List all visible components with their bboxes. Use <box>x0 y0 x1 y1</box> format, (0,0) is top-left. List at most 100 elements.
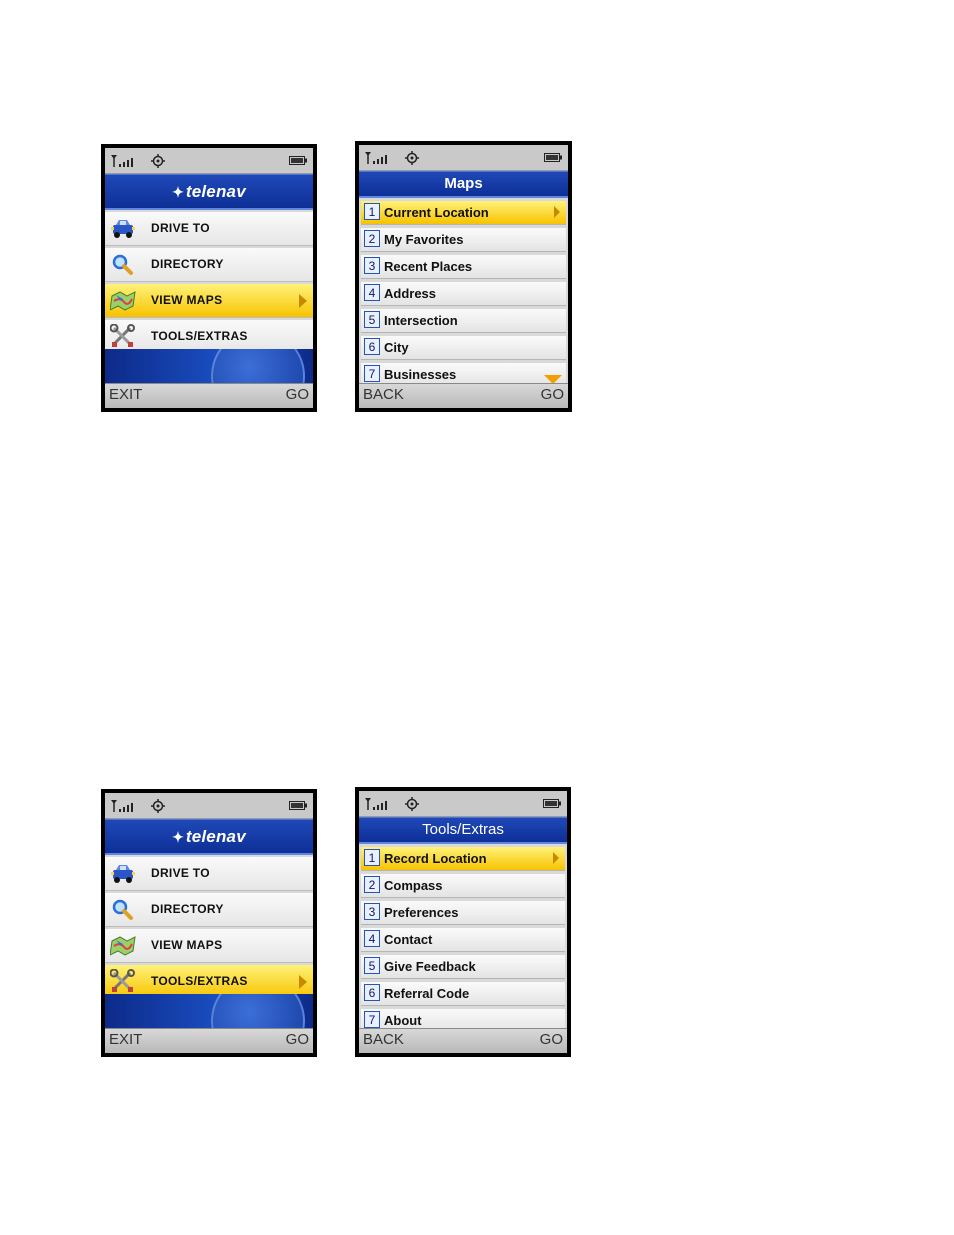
list-item-give-feedback[interactable]: 5 Give Feedback <box>361 955 565 979</box>
signal-icon <box>110 155 134 167</box>
gps-icon <box>151 154 165 168</box>
softkey-bar: EXIT GO <box>105 1028 313 1053</box>
item-label: Compass <box>384 878 443 893</box>
softkey-bar: BACK GO <box>359 383 568 408</box>
item-number: 4 <box>364 284 380 301</box>
item-number: 1 <box>364 849 380 866</box>
list-item-compass[interactable]: 2 Compass <box>361 874 565 898</box>
item-number: 6 <box>364 338 380 355</box>
menu-item-label: VIEW MAPS <box>151 293 223 307</box>
list-item-contact[interactable]: 4 Contact <box>361 928 565 952</box>
status-bar <box>359 791 567 817</box>
list-item-address[interactable]: 4 Address <box>361 282 566 306</box>
map-icon <box>110 291 136 311</box>
list-item-my-favorites[interactable]: 2 My Favorites <box>361 228 566 252</box>
back-softkey[interactable]: BACK <box>363 1031 404 1048</box>
status-bar <box>105 793 313 819</box>
list-item-record-location[interactable]: 1 Record Location <box>361 847 565 871</box>
menu-item-drive-to[interactable]: DRIVE TO <box>105 212 313 246</box>
menu-item-directory[interactable]: DIRECTORY <box>105 893 313 927</box>
logo-bar: ✦ telenav <box>105 174 313 210</box>
item-label: Preferences <box>384 905 459 920</box>
phone-tools-menu: Tools/Extras 1 Record Location 2 Compass… <box>355 787 571 1057</box>
list-item-preferences[interactable]: 3 Preferences <box>361 901 565 925</box>
gps-icon <box>151 799 165 813</box>
list-item-intersection[interactable]: 5 Intersection <box>361 309 566 333</box>
menu-item-directory[interactable]: DIRECTORY <box>105 248 313 282</box>
softkey-bar: BACK GO <box>359 1028 567 1053</box>
item-number: 3 <box>364 903 380 920</box>
item-label: Give Feedback <box>384 959 476 974</box>
screen: Tools/Extras 1 Record Location 2 Compass… <box>359 791 567 1053</box>
screen: Maps 1 Current Location 2 My Favorites 3… <box>359 145 568 408</box>
status-bar <box>105 148 313 174</box>
menu-item-drive-to[interactable]: DRIVE TO <box>105 857 313 891</box>
globe-banner <box>105 994 313 1031</box>
car-icon <box>111 220 135 238</box>
magnifier-icon <box>112 899 133 920</box>
go-softkey[interactable]: GO <box>286 386 309 403</box>
list-item-referral-code[interactable]: 6 Referral Code <box>361 982 565 1006</box>
signal-icon <box>364 152 388 164</box>
item-number: 6 <box>364 984 380 1001</box>
menu-item-label: DRIVE TO <box>151 866 210 880</box>
maps-list: 1 Current Location 2 My Favorites 3 Rece… <box>359 201 568 387</box>
item-number: 7 <box>364 365 380 382</box>
globe-banner <box>105 349 313 386</box>
phone-main-menu-2: ✦ telenav DRIVE TO DIRECTORY VIEW MAPS TO… <box>101 789 317 1057</box>
menu-item-view-maps[interactable]: VIEW MAPS <box>105 929 313 963</box>
status-bar <box>359 145 568 171</box>
menu-item-view-maps[interactable]: VIEW MAPS <box>105 284 313 318</box>
menu-item-label: DRIVE TO <box>151 221 210 235</box>
go-softkey[interactable]: GO <box>540 1031 563 1048</box>
list-item-current-location[interactable]: 1 Current Location <box>361 201 566 225</box>
item-label: Contact <box>384 932 433 947</box>
menu-item-label: VIEW MAPS <box>151 938 223 952</box>
go-softkey[interactable]: GO <box>286 1031 309 1048</box>
telenav-logo-icon: ✦ <box>172 829 184 845</box>
screen: ✦ telenav DRIVE TO DIRECTORY VIEW MAPS TO… <box>105 793 313 1053</box>
item-label: Address <box>384 286 437 301</box>
menu-item-label: DIRECTORY <box>151 257 224 271</box>
menu-item-label: DIRECTORY <box>151 902 224 916</box>
tools-list: 1 Record Location 2 Compass 3 Preference… <box>359 847 567 1033</box>
screen: ✦ telenav DRIVE TO DIRECTORY VIEW MAPS TO… <box>105 148 313 408</box>
item-number: 2 <box>364 230 380 247</box>
item-label: City <box>384 340 409 355</box>
signal-icon <box>364 798 388 810</box>
logo-text: telenav <box>185 182 246 201</box>
list-item-recent-places[interactable]: 3 Recent Places <box>361 255 566 279</box>
tools-icon <box>110 969 136 993</box>
exit-softkey[interactable]: EXIT <box>109 1031 142 1048</box>
list-item-city[interactable]: 6 City <box>361 336 566 360</box>
item-label: Referral Code <box>384 986 470 1001</box>
battery-icon <box>543 799 561 808</box>
phone-main-menu-1: ✦ telenav DRIVE TO DIRECTORY VIEW MAPS TO… <box>101 144 317 412</box>
item-number: 4 <box>364 930 380 947</box>
logo-text: telenav <box>185 827 246 846</box>
battery-icon <box>289 801 307 810</box>
gps-icon <box>405 797 419 811</box>
chevron-right-icon <box>299 975 307 989</box>
map-icon <box>110 936 136 956</box>
item-label: My Favorites <box>384 232 464 247</box>
globe-icon <box>211 994 305 1031</box>
globe-icon <box>211 349 305 386</box>
car-icon <box>111 865 135 883</box>
back-softkey[interactable]: BACK <box>363 386 404 403</box>
item-number: 7 <box>364 1011 380 1028</box>
page-title: Tools/Extras <box>359 817 567 844</box>
item-label: Record Location <box>384 851 487 866</box>
item-label: Recent Places <box>384 259 473 274</box>
telenav-logo-icon: ✦ <box>172 184 184 200</box>
item-number: 5 <box>364 311 380 328</box>
item-number: 1 <box>364 203 380 220</box>
go-softkey[interactable]: GO <box>541 386 564 403</box>
magnifier-icon <box>112 254 133 275</box>
exit-softkey[interactable]: EXIT <box>109 386 142 403</box>
signal-icon <box>110 800 134 812</box>
logo-bar: ✦ telenav <box>105 819 313 855</box>
chevron-right-icon <box>553 852 559 864</box>
softkey-bar: EXIT GO <box>105 383 313 408</box>
item-number: 2 <box>364 876 380 893</box>
